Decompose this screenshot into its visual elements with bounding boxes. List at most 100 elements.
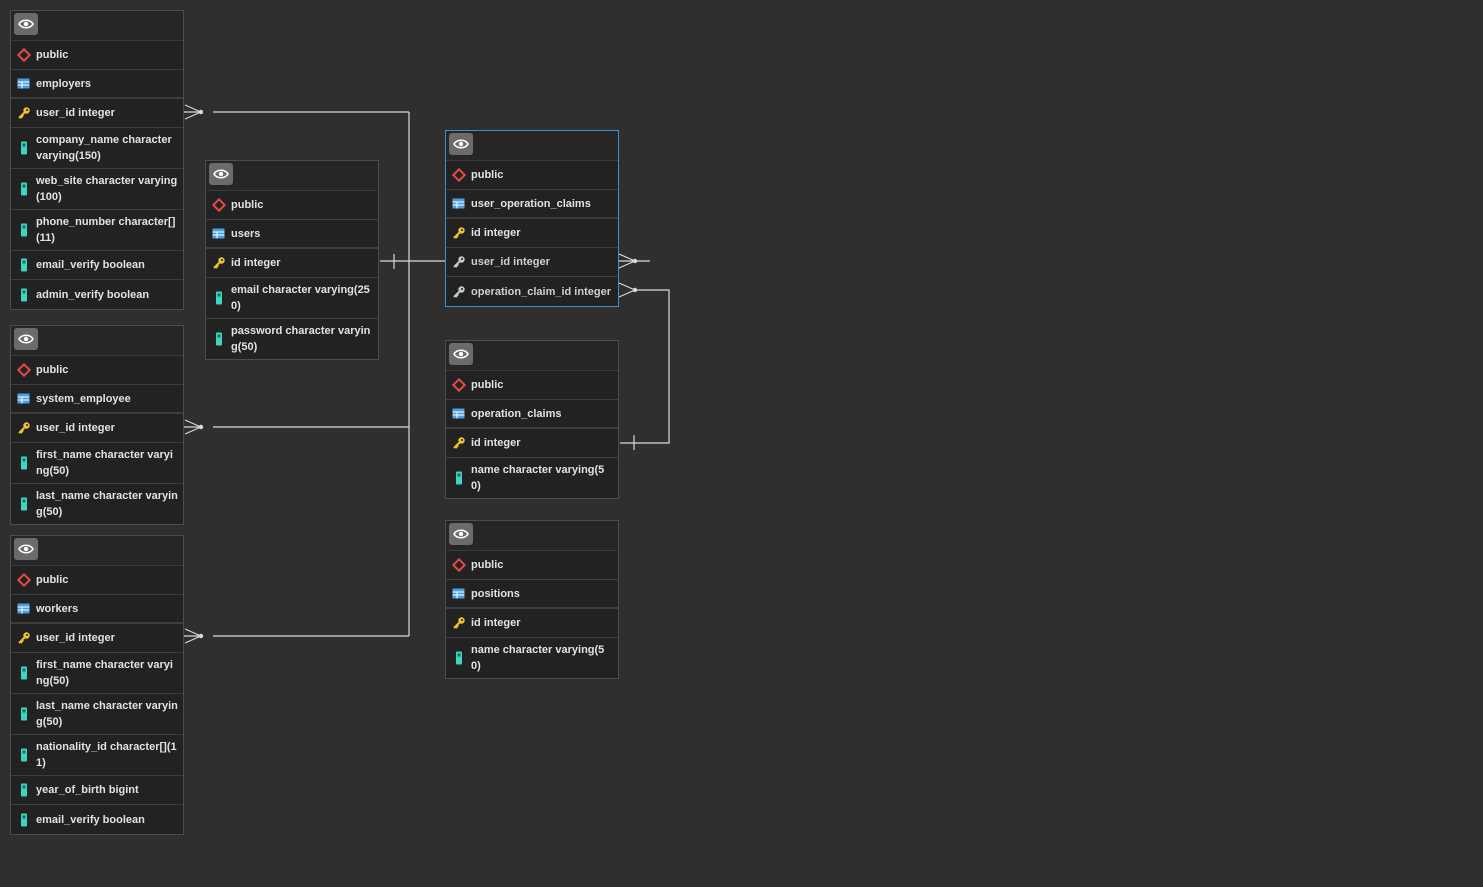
table-employers[interactable]: public employers user_id integer company_na… [10, 10, 184, 310]
primary-key-icon [446, 226, 471, 240]
eye-icon[interactable] [449, 523, 473, 545]
schema-row: public [206, 191, 378, 220]
column-icon [11, 141, 36, 155]
column-text: web_site character varying(100) [36, 175, 178, 203]
column-icon [11, 748, 36, 762]
column-row[interactable]: nationality_id character[](11) [11, 735, 183, 776]
column-icon [11, 182, 36, 196]
column-row[interactable]: email_verify boolean [11, 805, 183, 834]
column-icon [206, 332, 231, 346]
column-row[interactable]: operation_claim_id integer [446, 277, 618, 306]
table-icon [446, 198, 471, 209]
eye-icon[interactable] [449, 133, 473, 155]
schema-row: public [446, 371, 618, 400]
column-row[interactable]: user_id integer [11, 414, 183, 443]
column-row[interactable]: email character varying(250) [206, 278, 378, 319]
user-claims-opclaim-link [618, 282, 670, 444]
table-header [11, 536, 183, 566]
eye-icon[interactable] [14, 13, 38, 35]
column-text: id integer [231, 257, 281, 269]
column-row[interactable]: first_name character varying(50) [11, 653, 183, 694]
column-row[interactable]: name character varying(50) [446, 458, 618, 498]
table-workers[interactable]: public workers user_id integer first_name c… [10, 535, 184, 835]
column-text: password character varying(50) [231, 325, 371, 353]
column-row[interactable]: first_name character varying(50) [11, 443, 183, 484]
primary-key-icon [11, 631, 36, 645]
table-icon [446, 588, 471, 599]
table-name-row: system_employee [11, 385, 183, 414]
table-name-row: user_operation_claims [446, 190, 618, 219]
column-row[interactable]: id integer [446, 219, 618, 248]
column-icon [446, 651, 471, 665]
column-row[interactable]: email_verify boolean [11, 251, 183, 280]
column-icon [11, 258, 36, 272]
schema-row: public [446, 551, 618, 580]
table-user-operation-claims[interactable]: public user_operation_claims id integer use… [445, 130, 619, 307]
primary-key-icon [206, 256, 231, 270]
column-icon [11, 783, 36, 797]
column-row[interactable]: password character varying(50) [206, 319, 378, 359]
column-text: last_name character varying(50) [36, 490, 178, 518]
column-icon [11, 456, 36, 470]
table-header [446, 341, 618, 371]
column-row[interactable]: user_id integer [446, 248, 618, 277]
table-name: system_employee [36, 392, 131, 405]
table-operation-claims[interactable]: public operation_claims id integer name cha… [445, 340, 619, 499]
column-icon [11, 223, 36, 237]
relationship-links [184, 104, 670, 644]
column-text: first_name character varying(50) [36, 449, 173, 477]
system-employee-link [184, 419, 409, 435]
column-row[interactable]: company_name character varying(150) [11, 128, 183, 169]
schema-name: public [36, 364, 69, 376]
eye-icon[interactable] [449, 343, 473, 365]
primary-key-icon [11, 106, 36, 120]
column-text: id integer [471, 617, 521, 629]
eye-icon[interactable] [14, 328, 38, 350]
table-positions[interactable]: public positions id integer name character … [445, 520, 619, 679]
table-icon [11, 78, 36, 89]
column-row[interactable]: admin_verify boolean [11, 280, 183, 309]
table-name-row: workers [11, 595, 183, 624]
table-users[interactable]: public users id integer email character var… [205, 160, 379, 360]
schema-icon [11, 48, 36, 62]
column-text: email_verify boolean [36, 259, 145, 271]
column-icon [11, 707, 36, 721]
column-row[interactable]: id integer [206, 249, 378, 278]
column-text: email character varying(250) [231, 284, 370, 312]
column-text: user_id integer [36, 422, 115, 434]
column-row[interactable]: id integer [446, 609, 618, 638]
schema-icon [11, 573, 36, 587]
schema-icon [446, 378, 471, 392]
table-header [446, 521, 618, 551]
table-system-employee[interactable]: public system_employee user_id integer firs… [10, 325, 184, 525]
column-row[interactable]: user_id integer [11, 99, 183, 128]
column-text: last_name character varying(50) [36, 700, 178, 728]
workers-link [184, 628, 409, 644]
column-text: first_name character varying(50) [36, 659, 173, 687]
column-row[interactable]: phone_number character[](11) [11, 210, 183, 251]
column-row[interactable]: user_id integer [11, 624, 183, 653]
column-text: nationality_id character[](11) [36, 741, 177, 769]
table-name-row: users [206, 220, 378, 249]
column-row[interactable]: last_name character varying(50) [11, 694, 183, 735]
column-text: year_of_birth bigint [36, 784, 139, 796]
eye-icon[interactable] [14, 538, 38, 560]
column-row[interactable]: year_of_birth bigint [11, 776, 183, 805]
column-row[interactable]: web_site character varying(100) [11, 169, 183, 210]
schema-icon [446, 168, 471, 182]
column-text: user_id integer [36, 632, 115, 644]
column-row[interactable]: last_name character varying(50) [11, 484, 183, 524]
table-name-row: operation_claims [446, 400, 618, 429]
table-header [11, 11, 183, 41]
column-row[interactable]: id integer [446, 429, 618, 458]
schema-icon [11, 363, 36, 377]
employers-link [184, 104, 409, 120]
column-text: name character varying(50) [471, 644, 605, 672]
primary-key-icon [446, 436, 471, 450]
column-row[interactable]: name character varying(50) [446, 638, 618, 678]
schema-row: public [11, 566, 183, 595]
eye-icon[interactable] [209, 163, 233, 185]
table-icon [11, 603, 36, 614]
table-header [446, 131, 618, 161]
schema-icon [206, 198, 231, 212]
